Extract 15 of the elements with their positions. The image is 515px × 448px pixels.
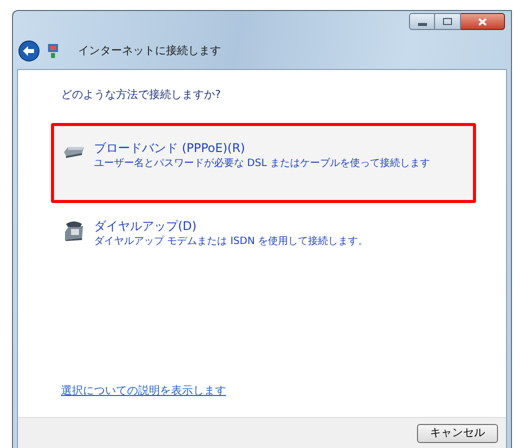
option-description: ユーザー名とパスワードが必要な DSL またはケーブルを使って接続します (94, 156, 430, 170)
close-icon (478, 18, 487, 26)
option-title: ブロードバンド (PPPoE)(R) (94, 140, 246, 156)
option-title: ダイヤルアップ(D) (94, 218, 198, 234)
close-button[interactable] (461, 13, 505, 30)
option-description: ダイヤルアップ モデムまたは ISDN を使用して接続します。 (94, 234, 368, 248)
help-link[interactable]: 選択についての説明を表示します (61, 382, 226, 399)
network-icon (46, 43, 60, 59)
connection-option[interactable]: ダイヤルアップ(D) ダイヤルアップ モデムまたは ISDN を使用して接続します。 (51, 212, 476, 252)
minimize-button[interactable] (409, 13, 435, 30)
cancel-button[interactable]: キャンセル (417, 424, 498, 442)
connection-option[interactable]: ブロードバンド (PPPoE)(R) ユーザー名とパスワードが必要な DSL またはケーブルを使って接続します (51, 122, 476, 202)
question-text: どのような方法で接続しますか? (61, 87, 222, 103)
window-title: インターネットに接続します (78, 42, 221, 59)
maximize-button[interactable] (435, 13, 461, 30)
